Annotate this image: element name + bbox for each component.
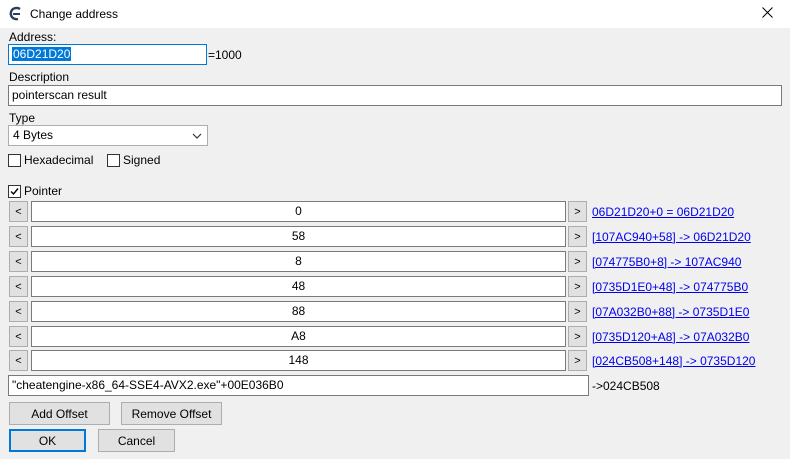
type-select[interactable]: 4 Bytes xyxy=(8,125,208,146)
offset-input[interactable]: 8 xyxy=(31,251,566,272)
offset-decrease-button[interactable]: < xyxy=(9,301,28,322)
offset-increase-button[interactable]: > xyxy=(568,276,587,297)
offset-input[interactable]: 58 xyxy=(31,226,566,247)
cheat-engine-icon xyxy=(8,6,24,22)
offset-increase-button[interactable]: > xyxy=(568,350,587,371)
address-value: 06D21D20 xyxy=(12,47,72,61)
pointer-link[interactable]: [0735D120+A8] -> 07A032B0 xyxy=(592,330,749,344)
close-button[interactable] xyxy=(744,0,790,28)
offset-input[interactable]: 88 xyxy=(31,301,566,322)
offset-decrease-button[interactable]: < xyxy=(9,350,28,371)
offset-decrease-button[interactable]: < xyxy=(9,226,28,247)
offset-increase-button[interactable]: > xyxy=(568,201,587,222)
offset-input[interactable]: A8 xyxy=(31,326,566,347)
pointer-label: Pointer xyxy=(24,184,63,198)
cancel-button[interactable]: Cancel xyxy=(98,429,175,452)
address-result: =1000 xyxy=(208,48,242,62)
pointer-link[interactable]: [074775B0+8] -> 107AC940 xyxy=(592,255,741,269)
offset-decrease-button[interactable]: < xyxy=(9,251,28,272)
ok-button[interactable]: OK xyxy=(9,429,86,452)
checkbox-box xyxy=(8,184,21,198)
add-offset-button[interactable]: Add Offset xyxy=(9,402,110,425)
close-icon xyxy=(761,7,773,21)
title-bar: Change address xyxy=(0,0,790,28)
offset-decrease-button[interactable]: < xyxy=(9,326,28,347)
offset-input[interactable]: 148 xyxy=(31,350,566,371)
window-title: Change address xyxy=(30,7,119,21)
pointer-link[interactable]: [07A032B0+88] -> 0735D1E0 xyxy=(592,305,749,319)
offset-increase-button[interactable]: > xyxy=(568,226,587,247)
type-selected-value: 4 Bytes xyxy=(13,128,54,142)
hexadecimal-label: Hexadecimal xyxy=(24,153,94,167)
description-input[interactable]: pointerscan result xyxy=(8,85,782,106)
chevron-down-icon xyxy=(192,130,202,145)
signed-label: Signed xyxy=(123,153,161,167)
type-label: Type xyxy=(9,111,36,125)
offset-increase-button[interactable]: > xyxy=(568,301,587,322)
address-input[interactable]: 06D21D20 xyxy=(8,44,207,65)
address-label: Address: xyxy=(9,30,57,44)
check-icon xyxy=(10,187,19,195)
base-address-input[interactable]: "cheatengine-x86_64-SSE4-AVX2.exe"+00E03… xyxy=(8,375,589,396)
base-address-result: ->024CB508 xyxy=(592,379,660,393)
pointer-link[interactable]: [0735D1E0+48] -> 074775B0 xyxy=(592,280,748,294)
offset-increase-button[interactable]: > xyxy=(568,326,587,347)
offset-decrease-button[interactable]: < xyxy=(9,201,28,222)
checkbox-box xyxy=(107,153,120,167)
remove-offset-button[interactable]: Remove Offset xyxy=(121,402,222,425)
offset-input[interactable]: 0 xyxy=(31,201,566,222)
offset-increase-button[interactable]: > xyxy=(568,251,587,272)
pointer-checkbox[interactable]: Pointer xyxy=(8,184,62,198)
offset-input[interactable]: 48 xyxy=(31,276,566,297)
signed-checkbox[interactable]: Signed xyxy=(107,153,160,167)
offset-decrease-button[interactable]: < xyxy=(9,276,28,297)
hexadecimal-checkbox[interactable]: Hexadecimal xyxy=(8,153,93,167)
description-label: Description xyxy=(9,70,70,84)
checkbox-box xyxy=(8,153,21,167)
pointer-link[interactable]: 06D21D20+0 = 06D21D20 xyxy=(592,205,734,219)
pointer-link[interactable]: [107AC940+58] -> 06D21D20 xyxy=(592,230,751,244)
pointer-link[interactable]: [024CB508+148] -> 0735D120 xyxy=(592,354,755,368)
